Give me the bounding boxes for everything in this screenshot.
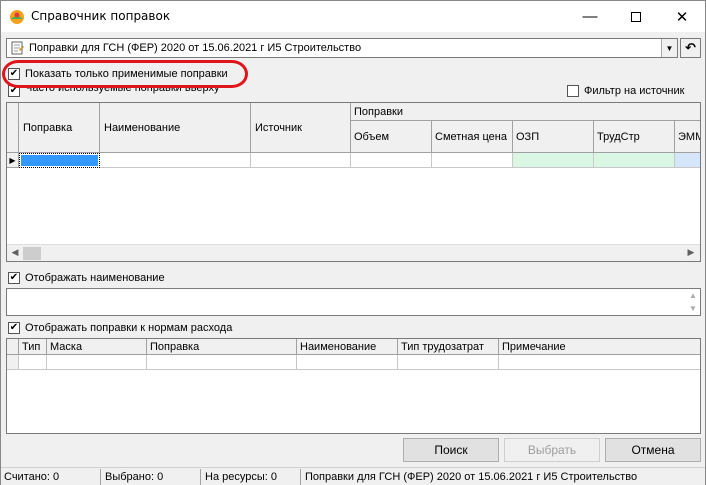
scrollbar-thumb[interactable] [23,247,41,260]
column-group-corrections: Поправки [351,103,700,121]
choose-button[interactable]: Выбрать [504,438,600,462]
status-current-set: Поправки для ГСН (ФЕР) 2020 от 15.06.202… [305,471,638,483]
table-cell[interactable] [432,153,513,168]
row-indicator [7,355,19,370]
checkbox-box[interactable] [567,85,579,97]
table-cell[interactable] [398,355,499,370]
show-norms-label: Отображать поправки к нормам расхода [25,322,233,334]
only-applicable-label: Показать только применимые поправки [25,68,228,80]
checkbox-box[interactable]: ✔ [8,85,20,97]
column-header-emm[interactable]: ЭММ [675,121,700,153]
table-cell[interactable] [47,355,147,370]
table-cell[interactable] [100,153,251,168]
norms-corrections-grid[interactable]: Тип Маска Поправка Наименование Тип труд… [6,338,701,434]
show-name-label: Отображать наименование [25,272,165,284]
maximize-icon [631,11,641,22]
row-indicator-header [7,103,19,153]
column-header-label: Сметная цена [435,131,507,143]
search-button[interactable]: Поиск [403,438,499,462]
column-header-label: Наименование [104,122,181,134]
filter-source-label: Фильтр на источник [584,85,685,97]
column-header-note[interactable]: Примечание [499,339,700,355]
column-header-type[interactable]: Тип [19,339,47,355]
table-cell[interactable] [351,153,432,168]
scroll-left-icon[interactable]: ◀ [8,247,22,260]
corrections-set-select[interactable]: Поправки для ГСН (ФЕР) 2020 от 15.06.202… [6,38,678,58]
scroll-down-icon[interactable]: ▼ [686,302,700,315]
show-norms-checkbox[interactable]: ✔ Отображать поправки к нормам расхода [8,322,232,334]
column-header-estimated-price[interactable]: Сметная цена [432,121,513,153]
table-cell[interactable] [499,355,700,370]
column-header-label: Тип трудозатрат [401,341,484,353]
column-header-label: Поправка [23,122,73,134]
show-name-checkbox[interactable]: ✔ Отображать наименование [8,272,165,284]
column-header-name[interactable]: Наименование [297,339,398,355]
status-selected: Выбрано: 0 [102,469,201,485]
frequent-top-checkbox[interactable]: ✔ Часто используемые поправки вверху [8,85,220,97]
corrections-grid[interactable]: Поправка Наименование Источник Поправки … [6,102,701,262]
horizontal-scrollbar[interactable]: ◀ ▶ [7,244,700,261]
column-group-label: Поправки [354,106,404,118]
chevron-down-icon[interactable]: ▼ [661,39,677,57]
row-pointer-icon: ▶ [7,153,19,168]
maximize-button[interactable] [613,1,659,32]
column-header-volume[interactable]: Объем [351,121,432,153]
title-bar: Справочник поправок — ✕ [1,1,705,32]
row-indicator-header [7,339,19,355]
table-cell[interactable] [297,355,398,370]
table-cell[interactable] [147,355,297,370]
cancel-button[interactable]: Отмена [605,438,701,462]
undo-icon: ↶ [685,40,696,55]
column-header-source[interactable]: Источник [251,103,351,153]
status-on-resources: На ресурсы: 0 [202,469,301,485]
checkbox-box[interactable]: ✔ [8,322,20,334]
column-header-label: ОЗП [516,131,540,143]
table-cell[interactable] [19,355,47,370]
scroll-right-icon[interactable]: ▶ [684,247,698,260]
column-header-correction[interactable]: Поправка [19,103,100,153]
checkbox-box[interactable]: ✔ [8,272,20,284]
only-applicable-checkbox[interactable]: ✔ Показать только применимые поправки [8,68,228,80]
name-memo[interactable]: ▲ ▼ [6,288,701,316]
column-header-label: Наименование [300,341,377,353]
table-cell[interactable] [675,153,700,168]
column-header-trudstr[interactable]: ТрудСтр [594,121,675,153]
column-header-label: Объем [354,131,390,143]
frequent-top-label: Часто используемые поправки вверху [25,85,220,94]
table-cell[interactable] [513,153,594,168]
column-header-label: Тип [22,341,41,353]
vertical-scrollbar[interactable]: ▲ ▼ [686,289,700,315]
column-header-name[interactable]: Наименование [100,103,251,153]
column-header-label: Поправка [150,341,200,353]
close-icon: ✕ [675,8,689,26]
filter-source-checkbox[interactable]: Фильтр на источник [567,85,684,97]
close-button[interactable]: ✕ [659,1,705,32]
column-header-label: ТрудСтр [597,131,640,143]
column-header-label: Маска [50,341,83,353]
column-header-label: Источник [255,122,302,134]
scroll-up-icon[interactable]: ▲ [686,289,700,302]
column-header-correction[interactable]: Поправка [147,339,297,355]
dialog-window: Справочник поправок — ✕ Поправки для ГСН… [0,0,706,485]
reset-button[interactable]: ↶ [680,38,701,58]
column-header-labor-type[interactable]: Тип трудозатрат [398,339,499,355]
checkbox-box[interactable]: ✔ [8,68,20,80]
table-cell[interactable] [594,153,675,168]
minimize-button[interactable]: — [567,1,613,32]
column-header-ozp[interactable]: ОЗП [513,121,594,153]
column-header-label: Примечание [502,341,566,353]
table-cell[interactable] [251,153,351,168]
column-header-mask[interactable]: Маска [47,339,147,355]
table-cell-selected[interactable] [19,153,100,168]
status-counted: Считано: 0 [1,469,101,485]
column-header-label: ЭММ [678,131,700,143]
document-icon [11,41,24,55]
status-bar: Считано: 0 Выбрано: 0 На ресурсы: 0 Попр… [1,467,705,485]
minimize-icon: — [582,8,598,25]
selected-corrections-set: Поправки для ГСН (ФЕР) 2020 от 15.06.202… [29,42,362,54]
app-icon [10,10,24,24]
window-title: Справочник поправок [31,9,171,23]
